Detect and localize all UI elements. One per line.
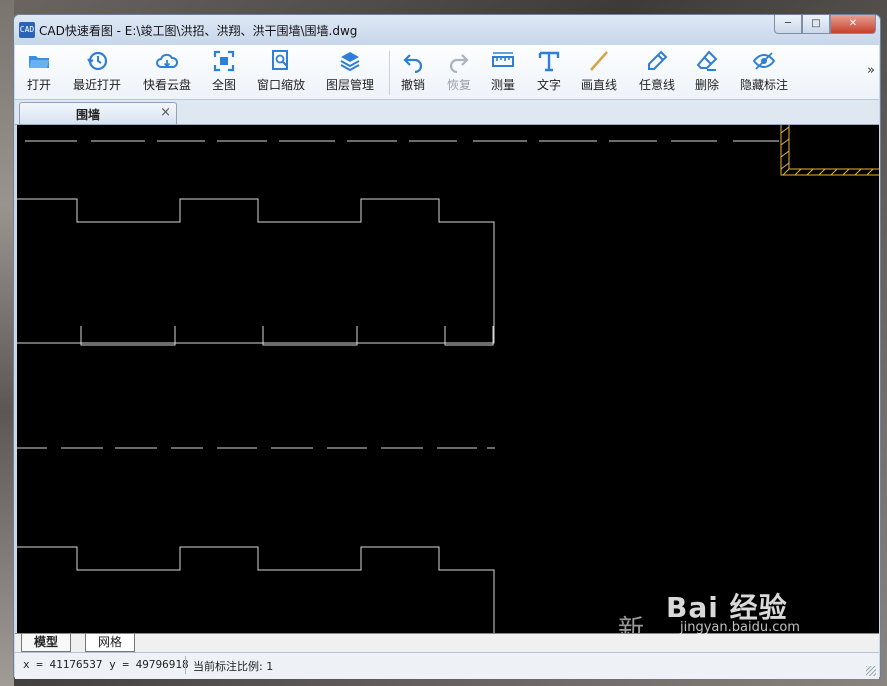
- undo-button[interactable]: 撤销: [401, 49, 425, 93]
- recent-open-button[interactable]: 最近打开: [73, 49, 121, 93]
- redo-icon: [449, 54, 469, 73]
- wall-outline-upper: [17, 198, 495, 344]
- folder-open-icon: [29, 56, 49, 68]
- drawing-canvas[interactable]: [17, 125, 879, 633]
- redo-label: 恢复: [447, 78, 472, 92]
- window-controls: ─ □ ✕: [774, 15, 876, 34]
- text-label: 文字: [537, 78, 562, 92]
- resize-grip[interactable]: [866, 666, 876, 676]
- measure-button[interactable]: 测量: [491, 49, 515, 93]
- fit-all-label: 全图: [212, 78, 237, 92]
- more-tools-button[interactable]: »: [867, 63, 875, 78]
- desktop-background: [0, 0, 14, 686]
- document-tab-label: 围墙: [75, 108, 100, 122]
- freehand-button[interactable]: 任意线: [639, 49, 675, 93]
- wall-outline-lower: [17, 546, 495, 633]
- fit-all-icon: [213, 50, 235, 72]
- status-bar: x = 41176537 y = 49796918 当前标注比例: 1: [15, 652, 879, 679]
- cloud-drive-button[interactable]: 快看云盘: [143, 49, 191, 93]
- app-window: CAD CAD快速看图 - E:\竣工图\洪招、洪翔、洪干围墙\围墙.dwg ─…: [13, 14, 881, 679]
- watermark-url: jingyan.baidu.com: [680, 620, 800, 635]
- redo-button[interactable]: 恢复: [447, 49, 471, 93]
- eraser-icon: [696, 50, 718, 71]
- text-button[interactable]: 文字: [537, 49, 561, 93]
- cad-drawing: [17, 125, 879, 633]
- toolbar-divider: [389, 51, 390, 95]
- pen-icon: [648, 50, 668, 70]
- status-divider: [185, 656, 186, 674]
- close-button[interactable]: ✕: [830, 15, 876, 34]
- delete-button[interactable]: 删除: [695, 49, 719, 93]
- close-tab-icon[interactable]: ×: [160, 105, 171, 120]
- tab-grid[interactable]: 网格: [85, 634, 136, 652]
- window-zoom-label: 窗口缩放: [257, 78, 306, 92]
- app-logo-icon: CAD: [19, 22, 35, 38]
- freehand-label: 任意线: [639, 78, 676, 92]
- window-title: CAD快速看图 - E:\竣工图\洪招、洪翔、洪干围墙\围墙.dwg: [39, 24, 358, 38]
- eye-icon: [752, 52, 776, 70]
- layout-tab-bar: 模型 网格: [15, 633, 879, 652]
- coordinate-readout: x = 41176537 y = 49796918: [23, 658, 189, 671]
- undo-label: 撤销: [401, 78, 426, 92]
- baidu-watermark: Bai 经验 jingyan.baidu.com: [666, 586, 800, 635]
- delete-label: 删除: [695, 78, 720, 92]
- draw-line-button[interactable]: 画直线: [581, 49, 617, 93]
- recent-open-label: 最近打开: [73, 78, 122, 92]
- wall-footings-upper: [80, 326, 494, 346]
- open-label: 打开: [27, 78, 52, 92]
- layer-manager-button[interactable]: 图层管理: [326, 49, 374, 93]
- measure-label: 测量: [491, 78, 516, 92]
- ruler-icon: [492, 52, 514, 67]
- document-tab-strip: 围墙 ×: [15, 100, 879, 125]
- text-icon: [538, 51, 560, 72]
- annotation-scale: 当前标注比例: 1: [193, 660, 274, 673]
- hatched-corner: [780, 125, 879, 176]
- fit-all-button[interactable]: 全图: [212, 49, 236, 93]
- cloud-icon: [156, 53, 179, 68]
- undo-icon: [403, 54, 423, 73]
- hide-annotation-label: 隐藏标注: [740, 78, 789, 92]
- zoom-window-icon: [272, 50, 288, 70]
- tab-model[interactable]: 模型: [21, 634, 72, 652]
- cloud-drive-label: 快看云盘: [143, 78, 192, 92]
- history-icon: [87, 51, 108, 71]
- layer-manager-label: 图层管理: [326, 78, 375, 92]
- layers-icon: [340, 52, 360, 72]
- main-toolbar: 打开 最近打开 快看云盘 全图 窗口缩放 图层管理 撤销 恢复 测量 文字 画直…: [15, 45, 879, 100]
- minimize-button[interactable]: ─: [774, 15, 802, 34]
- document-tab[interactable]: 围墙 ×: [19, 102, 177, 124]
- line-icon: [590, 51, 608, 71]
- draw-line-label: 画直线: [581, 78, 618, 92]
- hide-annotation-button[interactable]: 隐藏标注: [740, 49, 788, 93]
- title-bar[interactable]: CAD CAD快速看图 - E:\竣工图\洪招、洪翔、洪干围墙\围墙.dwg ─…: [14, 15, 880, 45]
- maximize-button[interactable]: □: [802, 15, 830, 34]
- open-button[interactable]: 打开: [27, 49, 51, 93]
- window-zoom-button[interactable]: 窗口缩放: [257, 49, 305, 93]
